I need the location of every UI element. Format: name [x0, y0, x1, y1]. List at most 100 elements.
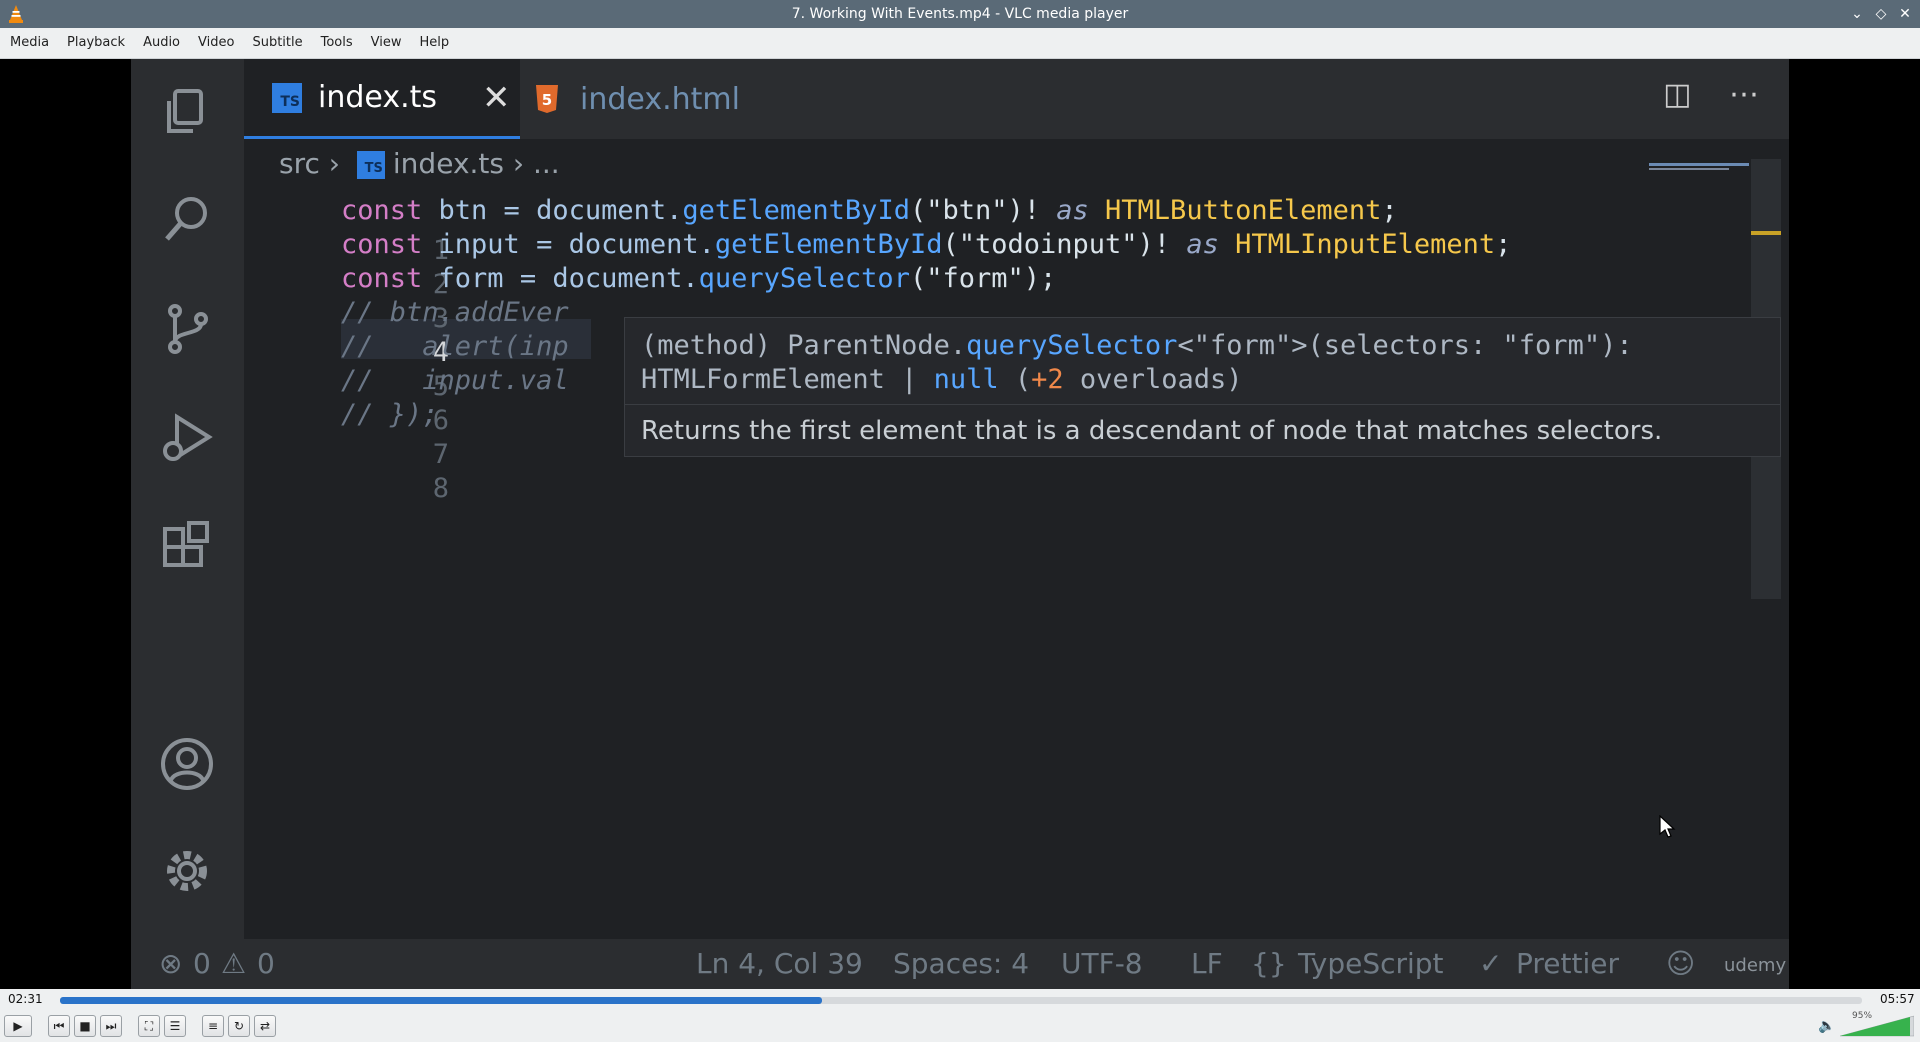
hover-divider	[625, 404, 1780, 405]
code-editor: 1 const btn = document.getElementById("b…	[244, 189, 1664, 909]
settings-gear-icon	[157, 841, 217, 901]
code-token: ("btn")!	[909, 195, 1057, 226]
typescript-file-icon: TS	[356, 151, 385, 179]
code-token: getElementById	[714, 229, 943, 260]
encoding: UTF-8	[1061, 947, 1143, 980]
code-token: const	[341, 229, 423, 260]
chevron-right-icon: ›	[328, 147, 340, 180]
formatter: Prettier	[1516, 947, 1619, 980]
hover-tooltip: (method) ParentNode.querySelector<"form"…	[624, 317, 1781, 457]
code-token: getElementById	[682, 195, 910, 226]
line-number: 8	[432, 473, 450, 504]
udemy-watermark: udemy	[1724, 955, 1787, 976]
tab-label: index.html	[580, 81, 740, 117]
title-bar: 7. Working With Events.mp4 - VLC media p…	[0, 0, 1920, 28]
chevron-right-icon: ›	[512, 147, 533, 180]
braces-icon: {}	[1251, 947, 1287, 980]
breadcrumb-file: index.ts	[392, 147, 504, 180]
feedback-icon: ☺	[1666, 947, 1696, 980]
menu-view[interactable]: View	[362, 28, 411, 58]
activity-bar	[131, 59, 244, 939]
explorer-icon	[157, 81, 217, 141]
window-title: 7. Working With Events.mp4 - VLC media p…	[791, 6, 1129, 22]
menu-bar: Media Playback Audio Video Subtitle Tools View…	[0, 28, 1920, 59]
code-token: input = document.	[422, 229, 715, 260]
playback-controls: ▶ ⏮ ■ ⏭ ⛶ ☰ ≡ ↻ ⇄ 🔈 95%	[0, 1011, 1920, 1042]
menu-tools[interactable]: Tools	[312, 28, 362, 58]
tab-index-html: 5 index.html	[534, 59, 774, 139]
breadcrumb: src › TS index.ts › ...	[279, 139, 560, 189]
error-count: 0	[193, 947, 211, 980]
elapsed-time: 02:31	[8, 992, 43, 1006]
warning-count: 0	[257, 947, 275, 980]
code-token: btn = document.	[422, 195, 683, 226]
code-token: form = document.	[422, 263, 699, 294]
editor-status-bar: ⊗ 0 ⚠ 0 Ln 4, Col 39 Spaces: 4 UTF-8 LF …	[131, 939, 1789, 989]
check-icon: ✓	[1479, 947, 1503, 980]
minimize-button[interactable]: ⌄	[1847, 4, 1867, 24]
menu-media[interactable]: Media	[0, 28, 58, 58]
previous-button[interactable]: ⏮	[48, 1015, 70, 1037]
editor-actions: ◫ ⋯	[1663, 77, 1759, 112]
menu-video[interactable]: Video	[189, 28, 243, 58]
extended-settings-button[interactable]: ☰	[164, 1015, 186, 1037]
code-token: const	[341, 195, 423, 226]
code-token: ("form");	[909, 263, 1057, 294]
speaker-icon[interactable]: 🔈	[1818, 1018, 1835, 1034]
next-button[interactable]: ⏭	[100, 1015, 122, 1037]
play-button[interactable]: ▶	[4, 1015, 32, 1037]
search-icon	[157, 189, 217, 249]
code-token: as	[1186, 229, 1219, 260]
video-frame: TS index.ts ✕ 5 index.html ◫ ⋯ src › TS i…	[131, 59, 1789, 989]
source-control-icon	[157, 299, 217, 359]
close-window-button[interactable]: ✕	[1895, 4, 1915, 24]
video-area[interactable]: TS index.ts ✕ 5 index.html ◫ ⋯ src › TS i…	[0, 59, 1920, 989]
code-token: const	[341, 263, 423, 294]
code-token: as	[1056, 195, 1089, 226]
fullscreen-button[interactable]: ⛶	[138, 1015, 160, 1037]
run-debug-icon	[157, 409, 217, 469]
scrollbar-marker	[1751, 231, 1781, 235]
cursor-position: Ln 4, Col 39	[696, 947, 863, 980]
menu-audio[interactable]: Audio	[134, 28, 189, 58]
typescript-file-icon: TS	[272, 82, 302, 113]
breadcrumb-more: ...	[533, 147, 560, 180]
tab-index-ts: TS index.ts ✕	[244, 59, 520, 139]
seek-slider[interactable]	[60, 997, 1862, 1004]
shuffle-button[interactable]: ⇄	[254, 1015, 276, 1037]
code-token: ;	[1381, 195, 1398, 226]
hover-signature: (method) ParentNode.querySelector<"form"…	[641, 330, 1633, 361]
code-token: HTMLInputElement	[1218, 229, 1496, 260]
maximize-button[interactable]: ◇	[1871, 4, 1891, 24]
seek-row: 02:31 05:57	[0, 989, 1920, 1011]
hover-return-type: HTMLFormElement | null (+2 overloads)	[641, 364, 1243, 395]
eol: LF	[1191, 947, 1223, 980]
playlist-button[interactable]: ≡	[202, 1015, 224, 1037]
editor-tabs: TS index.ts ✕ 5 index.html ◫ ⋯	[244, 59, 1789, 139]
mouse-cursor-icon	[1659, 815, 1676, 838]
code-line: 8	[244, 429, 449, 504]
more-actions-icon: ⋯	[1729, 77, 1759, 112]
hover-doc: Returns the first element that is a desc…	[641, 416, 1663, 446]
code-token: ;	[1495, 229, 1512, 260]
volume-level: 95%	[1852, 1011, 1873, 1021]
split-editor-icon: ◫	[1663, 77, 1692, 112]
code-token: ("todoinput")!	[942, 229, 1187, 260]
html5-file-icon: 5	[536, 85, 558, 113]
stop-button[interactable]: ■	[74, 1015, 96, 1037]
close-tab-icon: ✕	[482, 77, 511, 118]
loop-button[interactable]: ↻	[228, 1015, 250, 1037]
html5-badge-text: 5	[542, 91, 552, 109]
menu-help[interactable]: Help	[411, 28, 459, 58]
warning-icon: ⚠	[221, 947, 247, 980]
account-icon	[157, 734, 217, 794]
extensions-icon	[157, 519, 217, 579]
seek-progress	[60, 997, 823, 1004]
error-icon: ⊗	[159, 947, 183, 980]
menu-subtitle[interactable]: Subtitle	[243, 28, 311, 58]
code-token: HTMLButtonElement	[1088, 195, 1382, 226]
language-mode: TypeScript	[1298, 947, 1444, 980]
indentation: Spaces: 4	[893, 947, 1030, 980]
menu-playback[interactable]: Playback	[58, 28, 134, 58]
code-token: querySelector	[698, 263, 910, 294]
